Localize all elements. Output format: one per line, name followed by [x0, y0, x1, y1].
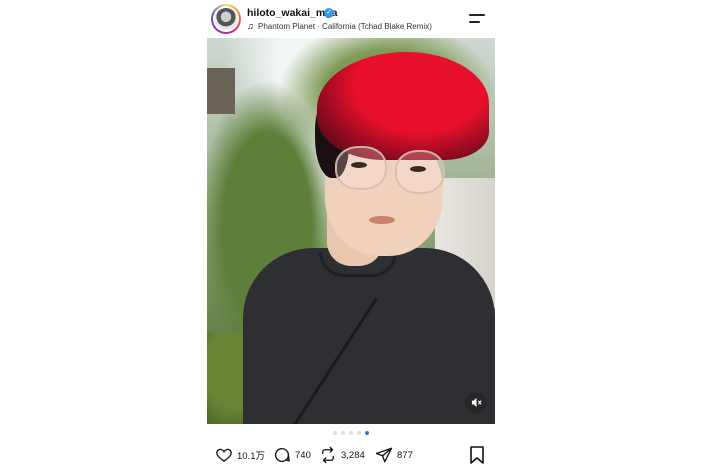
- repost-button[interactable]: 3,284: [319, 444, 365, 466]
- carousel-dot[interactable]: [333, 431, 337, 435]
- avatar[interactable]: [211, 4, 241, 34]
- comment-button[interactable]: 740: [273, 444, 311, 466]
- like-count: 10.1万: [237, 451, 265, 462]
- like-button[interactable]: 10.1万: [215, 444, 265, 466]
- speaker-muted-icon[interactable]: [465, 392, 487, 414]
- avatar-image: [215, 8, 237, 30]
- comment-count: 740: [295, 449, 311, 461]
- bookmark-icon[interactable]: [469, 446, 485, 464]
- menu-icon[interactable]: [469, 13, 485, 25]
- post-header: hiloto_wakai_mga ✓ ♫ Phantom Planet · Ca…: [207, 0, 495, 38]
- instagram-post: hiloto_wakai_mga ✓ ♫ Phantom Planet · Ca…: [207, 0, 495, 468]
- carousel-dot-active[interactable]: [365, 431, 369, 435]
- heart-icon: [216, 448, 232, 462]
- carousel-dots: [207, 431, 495, 437]
- song-title[interactable]: Phantom Planet · California (Tchad Blake…: [258, 22, 432, 31]
- repost-count: 3,284: [341, 449, 365, 461]
- carousel-dot[interactable]: [341, 431, 345, 435]
- repost-icon: [322, 446, 334, 464]
- red-hair: [317, 52, 489, 160]
- verified-badge-icon: ✓: [324, 8, 334, 18]
- action-bar: 10.1万 740 3,284 877: [207, 444, 495, 466]
- paper-plane-icon: [375, 447, 393, 463]
- share-count: 877: [397, 449, 413, 461]
- glasses: [335, 146, 387, 190]
- post-photo[interactable]: [207, 38, 495, 424]
- music-note-icon: ♫: [247, 21, 254, 31]
- share-button[interactable]: 877: [375, 444, 413, 466]
- carousel-dot[interactable]: [357, 431, 361, 435]
- comment-bubble-icon: [274, 447, 290, 463]
- carousel-dot[interactable]: [349, 431, 353, 435]
